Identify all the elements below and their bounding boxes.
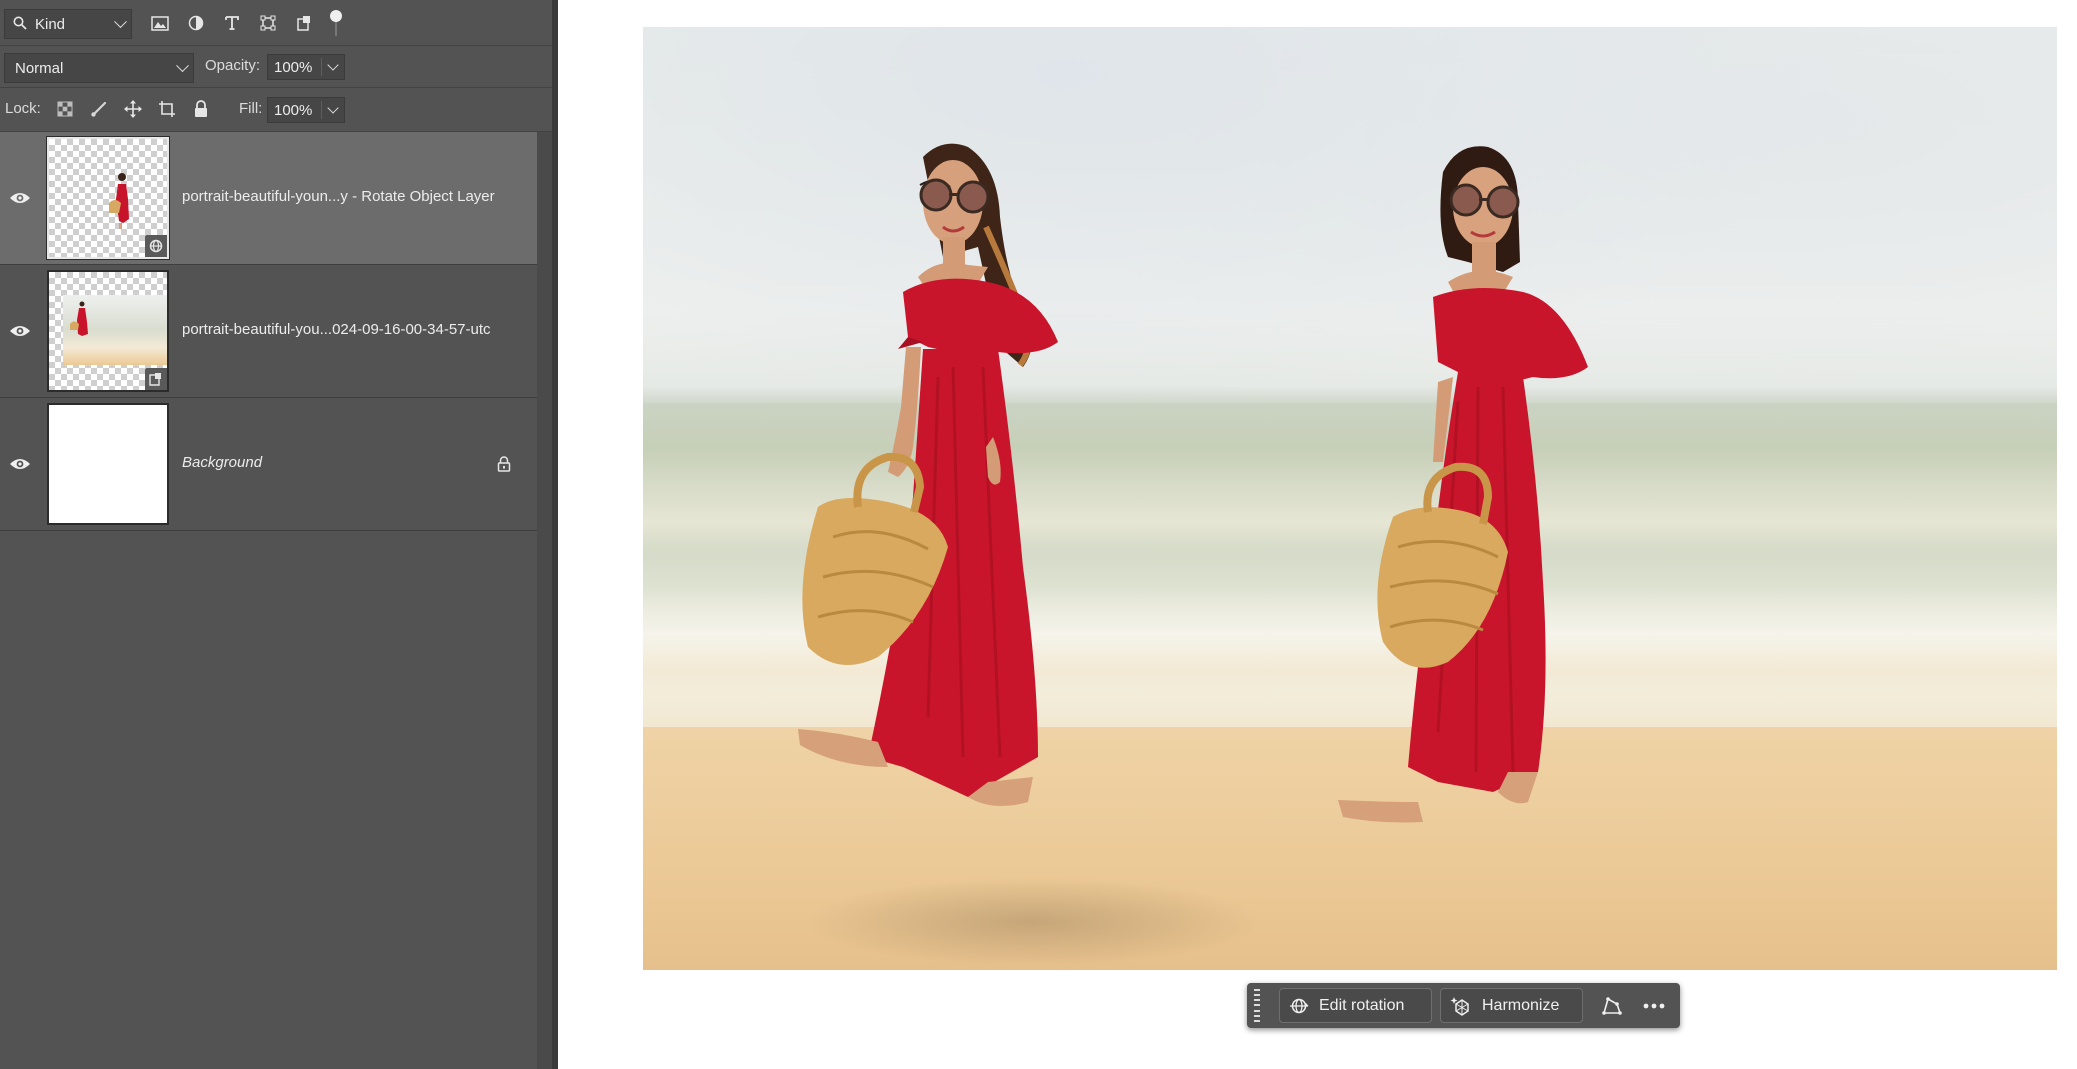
layer-thumbnail [46,136,170,260]
lock-icon[interactable] [497,456,511,477]
lock-all-icon[interactable] [188,96,214,122]
visibility-eye-icon[interactable] [9,322,31,340]
layer-thumbnail [47,403,169,525]
opacity-field[interactable]: 100% [267,54,345,80]
filter-pixel-layers-icon[interactable] [146,10,174,36]
lock-transparent-pixels-icon[interactable] [52,96,78,122]
layer-name: portrait-beautiful-you...024-09-16-00-34… [182,321,491,338]
woman-original-figure [798,143,1058,806]
blend-opacity-bar: Normal Opacity: 100% [0,46,552,88]
search-icon [13,16,27,34]
harmonize-button[interactable]: Harmonize [1440,988,1583,1023]
perspective-distort-icon[interactable] [1595,989,1629,1022]
visibility-eye-icon[interactable] [9,455,31,473]
rotate-object-badge-icon [145,235,167,257]
chevron-down-icon [114,15,127,29]
chevron-down-icon [176,59,189,73]
taskbar-drag-handle[interactable] [1254,989,1260,1022]
layer-row-photo[interactable]: portrait-beautiful-you...024-09-16-00-34… [0,265,537,398]
smart-object-badge-icon [145,368,167,390]
edit-rotation-button[interactable]: Edit rotation [1279,988,1432,1023]
opacity-label: Opacity: [205,57,261,74]
layer-filter-bar: Kind [0,0,552,46]
chevron-down-icon [327,102,339,114]
harmonize-label: Harmonize [1482,996,1560,1014]
filter-toggle-switch[interactable] [330,10,342,22]
opacity-value: 100% [274,59,313,76]
filter-kind-label: Kind [35,16,66,33]
lock-artboard-icon[interactable] [154,96,180,122]
layer-name: Background [182,454,263,471]
chevron-down-icon [327,59,339,71]
contextual-taskbar: Edit rotation Harmonize [1247,983,1680,1028]
filter-smart-objects-icon[interactable] [290,10,318,36]
lock-label: Lock: [5,100,41,117]
more-options-icon[interactable] [1637,989,1671,1022]
fill-field[interactable]: 100% [267,97,345,123]
filter-kind-dropdown[interactable]: Kind [4,9,132,39]
layer-name: portrait-beautiful-youn...y - Rotate Obj… [182,188,495,205]
blend-mode-value: Normal [15,60,64,77]
rotate-object-icon [1289,996,1309,1016]
layer-row-rotate-object[interactable]: portrait-beautiful-youn...y - Rotate Obj… [0,132,537,265]
fill-label: Fill: [239,100,263,117]
woman-rotated-figure [1338,146,1588,823]
blend-mode-dropdown[interactable]: Normal [4,53,194,83]
visibility-eye-icon[interactable] [9,189,31,207]
filter-adjustment-layers-icon[interactable] [182,10,210,36]
fill-value: 100% [274,102,313,119]
layer-thumbnail [47,270,169,392]
layer-row-background[interactable]: Background [0,398,537,531]
filter-type-layers-icon[interactable] [218,10,246,36]
filter-shape-layers-icon[interactable] [254,10,282,36]
lock-position-icon[interactable] [120,96,146,122]
lock-image-pixels-icon[interactable] [86,96,112,122]
layers-panel: Kind Normal Opacity: 100% Lock: Fill: 10… [0,0,558,1069]
harmonize-sparkle-icon [1450,996,1472,1016]
edit-rotation-label: Edit rotation [1319,996,1405,1014]
layers-scrollbar[interactable] [537,132,552,1069]
document-canvas[interactable] [643,27,2057,970]
